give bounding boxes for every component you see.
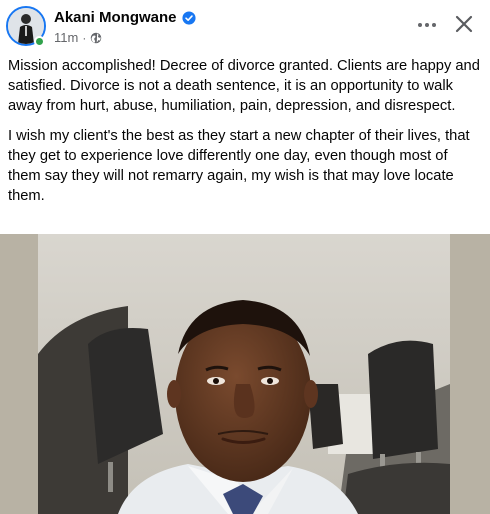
online-status-dot [34, 36, 45, 47]
verified-badge-icon [181, 10, 196, 25]
more-dot [418, 23, 422, 27]
more-options-icon[interactable] [412, 12, 442, 38]
post-paragraph: Mission accomplished! Decree of divorce … [8, 58, 480, 114]
more-dot [432, 23, 436, 27]
post-header: Akani Mongwane 11m · [0, 0, 490, 56]
post-photo-container[interactable] [0, 234, 490, 514]
close-icon[interactable] [450, 10, 478, 38]
author-name[interactable]: Akani Mongwane [54, 9, 177, 26]
post-paragraph: I wish my client's the best as they star… [8, 128, 470, 204]
meta-separator: · [82, 30, 87, 45]
post-photo [38, 234, 450, 514]
author-row: Akani Mongwane [54, 9, 196, 26]
post-body: Mission accomplished! Decree of divorce … [8, 56, 482, 216]
globe-icon[interactable] [90, 32, 102, 44]
post-timestamp[interactable]: 11m [54, 30, 78, 45]
more-dot [425, 23, 429, 27]
post-meta: 11m · [54, 30, 102, 45]
